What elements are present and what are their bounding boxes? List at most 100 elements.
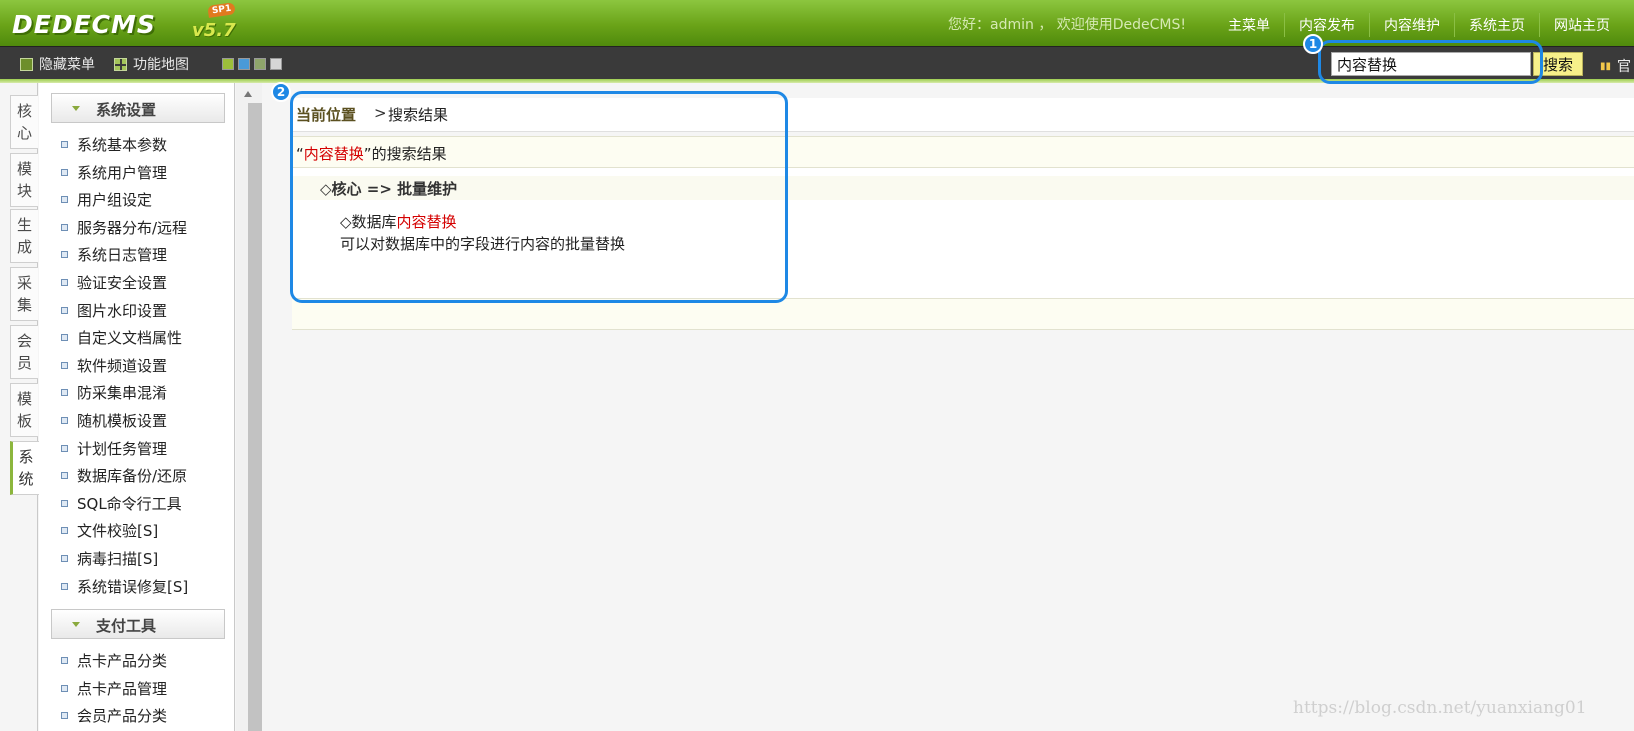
bullet-icon [61,582,68,590]
sidebar-menu-item[interactable]: 计划任务管理 [61,437,167,459]
nav-site-home[interactable]: 网站主页 [1540,13,1610,37]
sidebar-menu-item[interactable]: 验证安全设置 [61,271,167,293]
sidebar-menu-item[interactable]: 用户组设定 [61,188,152,210]
chevron-down-icon [72,106,80,111]
sidebar-menu-item-label: 系统错误修复[S] [77,577,189,596]
sidebar-menu-item-label: 点卡产品管理 [77,679,168,698]
tab-member-label: 会员 [16,332,32,372]
bullet-icon [61,140,68,148]
tab-member[interactable]: 会员 [10,325,38,379]
sidebar-menu-item-label: 系统日志管理 [77,245,168,264]
sidebar-menu-item[interactable]: 自定义文档属性 [61,326,182,348]
tab-core-label: 核心 [16,102,32,142]
grid-icon [114,57,127,71]
hide-menu-icon [20,57,33,71]
section-system-settings[interactable]: 系统设置 [51,93,225,123]
chevron-down-icon [72,622,80,627]
tab-generate-label: 生成 [16,216,32,256]
sidebar-menu-item[interactable]: 系统基本参数 [61,133,167,155]
logo-version: v5.7 [192,20,236,41]
sidebar-menu-item[interactable]: 系统用户管理 [61,161,167,183]
sidebar-menu-item[interactable]: 软件频道设置 [61,354,167,376]
sidebar-menu-item[interactable]: 点卡产品分类 [61,649,167,671]
bullet-icon [61,471,68,479]
sidebar-menu-item-label: 数据库备份/还原 [77,466,188,485]
sidebar-menu-item-label: 会员产品分类 [77,706,168,725]
skin-swatch-olive[interactable] [254,58,266,70]
bullet-icon [61,306,68,314]
skin-swatch-gray[interactable] [270,58,282,70]
sidebar-menu-item[interactable]: 病毒扫描[S] [61,547,158,569]
sidebar-menu: 系统设置 支付工具 系统基本参数 系统用户管理用户组设定服务器分布/远程 系统日志管… [39,83,235,731]
sidebar-menu-item-label: 点卡产品分类 [77,651,168,670]
sidebar-menu-item[interactable]: 系统错误修复[S] [61,575,188,597]
hide-menu-label: 隐藏菜单 [39,57,95,73]
nav-content-maintain[interactable]: 内容维护 [1370,13,1455,37]
tab-template[interactable]: 模板 [10,383,38,437]
toolbar-right: ▮▮ 官 [1600,56,1631,76]
tab-modules[interactable]: 模块 [10,153,38,207]
tab-system[interactable]: 系统 [10,441,39,495]
bullet-icon [61,388,68,396]
sidebar-menu-item[interactable]: 系统日志管理 [61,243,167,265]
bullet-icon [61,333,68,341]
scrollbar-track[interactable] [248,103,262,731]
skin-swatch-blue[interactable] [238,58,250,70]
sidebar-menu-item-label: 病毒扫描[S] [77,549,159,568]
sidebar-menu-item[interactable]: 点卡产品管理 [61,677,167,699]
sidebar-menu-item-label: 自定义文档属性 [77,328,183,347]
highlight-search-box [1318,40,1543,84]
section-payment-tools[interactable]: 支付工具 [51,609,225,639]
sidebar-menu-item[interactable]: 图片水印设置 [61,299,167,321]
watermark-text: https://blog.csdn.net/yuanxiang01 [1293,698,1587,718]
sidebar-menu-item-label: 图片水印设置 [77,301,168,320]
skin-switcher [222,58,282,70]
nav-main-menu[interactable]: 主菜单 [1218,13,1285,37]
function-map-button[interactable]: 功能地图 [114,54,189,74]
bullet-icon [61,223,68,231]
sidebar-menu-item[interactable]: SQL命令行工具 [61,492,182,514]
annotation-badge-2: 2 [271,82,291,102]
nav-system-home[interactable]: 系统主页 [1455,13,1540,37]
bullet-icon [61,361,68,369]
bullet-icon [61,250,68,258]
sidebar-menu-item-label: 防采集串混淆 [77,383,168,402]
sidebar-menu-item-label: 服务器分布/远程 [77,218,188,237]
bullet-icon [61,278,68,286]
tab-generate[interactable]: 生成 [10,209,38,263]
tab-collect-label: 采集 [16,274,32,314]
bullet-icon [61,526,68,534]
function-map-label: 功能地图 [133,57,189,73]
section-title: 系统设置 [96,101,157,119]
sidebar-menu-item[interactable]: 文件校验[S] [61,519,158,541]
logo-text: DEDECMS [12,10,156,39]
scroll-up-arrow-icon[interactable] [244,91,252,97]
tab-system-label: 系统 [18,448,34,488]
sidebar-menu-item[interactable]: 数据库备份/还原 [61,464,187,486]
tab-collect[interactable]: 采集 [10,267,38,321]
nav-content-publish[interactable]: 内容发布 [1285,13,1370,37]
tab-modules-label: 模块 [16,160,32,200]
signal-icon: ▮▮ [1600,60,1612,72]
skin-swatch-green[interactable] [222,58,234,70]
sidebar-menu-item[interactable]: 会员产品分类 [61,704,167,726]
bullet-icon [61,656,68,664]
category-tabs: 核心 模块 生成 采集 会员 模板 系统 [0,83,39,731]
bullet-icon [61,195,68,203]
bullet-icon [61,168,68,176]
section-title: 支付工具 [96,617,157,635]
sidebar-menu-item-label: 计划任务管理 [77,439,168,458]
sidebar-menu-item[interactable]: 随机模板设置 [61,409,167,431]
tab-core[interactable]: 核心 [10,95,38,149]
annotation-badge-1: 1 [1303,34,1323,54]
sidebar-menu-item[interactable]: 服务器分布/远程 [61,216,187,238]
bullet-icon [61,684,68,692]
toolbar-right-text[interactable]: 官 [1617,56,1631,76]
hide-menu-button[interactable]: 隐藏菜单 [20,54,95,74]
tab-template-label: 模板 [16,390,32,430]
sidebar-menu-item-label: 系统基本参数 [77,135,168,154]
welcome-text: 您好：admin ， 欢迎使用DedeCMS! [948,17,1187,33]
sidebar-menu-item-label: 软件频道设置 [77,356,168,375]
sidebar-menu-item[interactable]: 防采集串混淆 [61,381,167,403]
sidebar-menu-item-label: 系统用户管理 [77,163,168,182]
